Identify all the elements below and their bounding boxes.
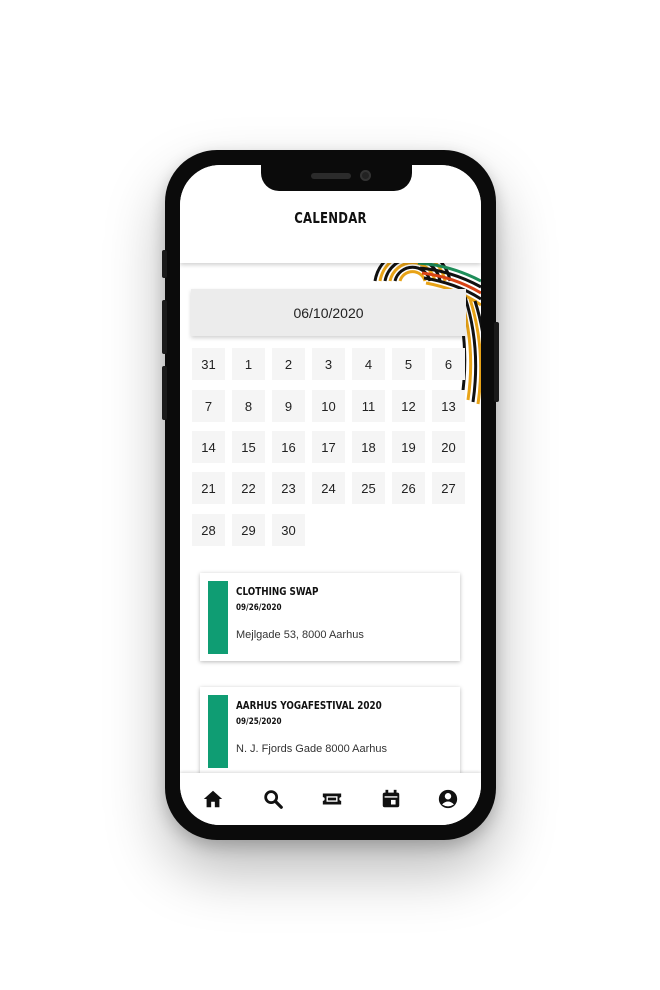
event-accent-bar [208, 695, 228, 768]
phone-volume-up-button [162, 300, 167, 354]
speaker [311, 173, 351, 179]
calendar-day[interactable]: 24 [312, 472, 345, 504]
calendar-day[interactable]: 18 [352, 431, 385, 463]
event-accent-bar [208, 581, 228, 654]
calendar-day[interactable]: 4 [352, 348, 385, 380]
camera [360, 170, 371, 181]
calendar-icon[interactable] [380, 788, 402, 810]
search-icon[interactable] [262, 788, 284, 810]
ticket-icon[interactable] [321, 788, 343, 810]
calendar-day[interactable]: 3 [312, 348, 345, 380]
phone-side-button [162, 250, 167, 278]
phone-frame: CALENDAR 06/10/2020 31 1 2 3 4 5 6 7 8 9… [162, 150, 499, 840]
home-icon[interactable] [202, 788, 224, 810]
calendar-day[interactable]: 14 [192, 431, 225, 463]
selected-date-bar[interactable]: 06/10/2020 [191, 289, 466, 336]
calendar-day[interactable]: 12 [392, 390, 425, 422]
event-date: 09/25/2020 [236, 717, 282, 727]
calendar-day[interactable]: 8 [232, 390, 265, 422]
calendar-day[interactable]: 27 [432, 472, 465, 504]
event-card[interactable]: AARHUS YOGAFESTIVAL 2020 09/25/2020 N. J… [200, 687, 460, 775]
calendar-day[interactable]: 21 [192, 472, 225, 504]
phone-volume-down-button [162, 366, 167, 420]
calendar-day[interactable]: 30 [272, 514, 305, 546]
calendar-day[interactable]: 9 [272, 390, 305, 422]
calendar-day[interactable]: 20 [432, 431, 465, 463]
calendar-day[interactable]: 19 [392, 431, 425, 463]
calendar-day[interactable]: 15 [232, 431, 265, 463]
calendar-day[interactable]: 5 [392, 348, 425, 380]
account-icon[interactable] [437, 788, 459, 810]
calendar-day[interactable]: 28 [192, 514, 225, 546]
calendar-day[interactable]: 1 [232, 348, 265, 380]
calendar-day[interactable]: 25 [352, 472, 385, 504]
calendar-day[interactable]: 11 [352, 390, 385, 422]
event-title: AARHUS YOGAFESTIVAL 2020 [236, 699, 382, 712]
calendar-day[interactable]: 7 [192, 390, 225, 422]
selected-date: 06/10/2020 [293, 304, 364, 321]
page-title: CALENDAR [294, 209, 367, 227]
event-address: N. J. Fjords Gade 8000 Aarhus [236, 743, 388, 755]
event-card[interactable]: CLOTHING SWAP 09/26/2020 Mejlgade 53, 80… [200, 573, 460, 661]
event-title: CLOTHING SWAP [236, 585, 319, 598]
notch [261, 165, 412, 191]
bottom-nav [180, 773, 481, 825]
calendar-day[interactable]: 17 [312, 431, 345, 463]
phone-power-button [494, 322, 499, 402]
app-screen: CALENDAR 06/10/2020 31 1 2 3 4 5 6 7 8 9… [180, 165, 481, 825]
calendar-day[interactable]: 16 [272, 431, 305, 463]
calendar-day[interactable]: 26 [392, 472, 425, 504]
calendar-day[interactable]: 2 [272, 348, 305, 380]
calendar-day[interactable]: 13 [432, 390, 465, 422]
calendar-day[interactable]: 29 [232, 514, 265, 546]
event-address: Mejlgade 53, 8000 Aarhus [236, 629, 364, 641]
event-date: 09/26/2020 [236, 603, 282, 613]
calendar-day[interactable]: 22 [232, 472, 265, 504]
calendar-day[interactable]: 10 [312, 390, 345, 422]
calendar-day[interactable]: 23 [272, 472, 305, 504]
calendar-day[interactable]: 31 [192, 348, 225, 380]
calendar-day[interactable]: 6 [432, 348, 465, 380]
